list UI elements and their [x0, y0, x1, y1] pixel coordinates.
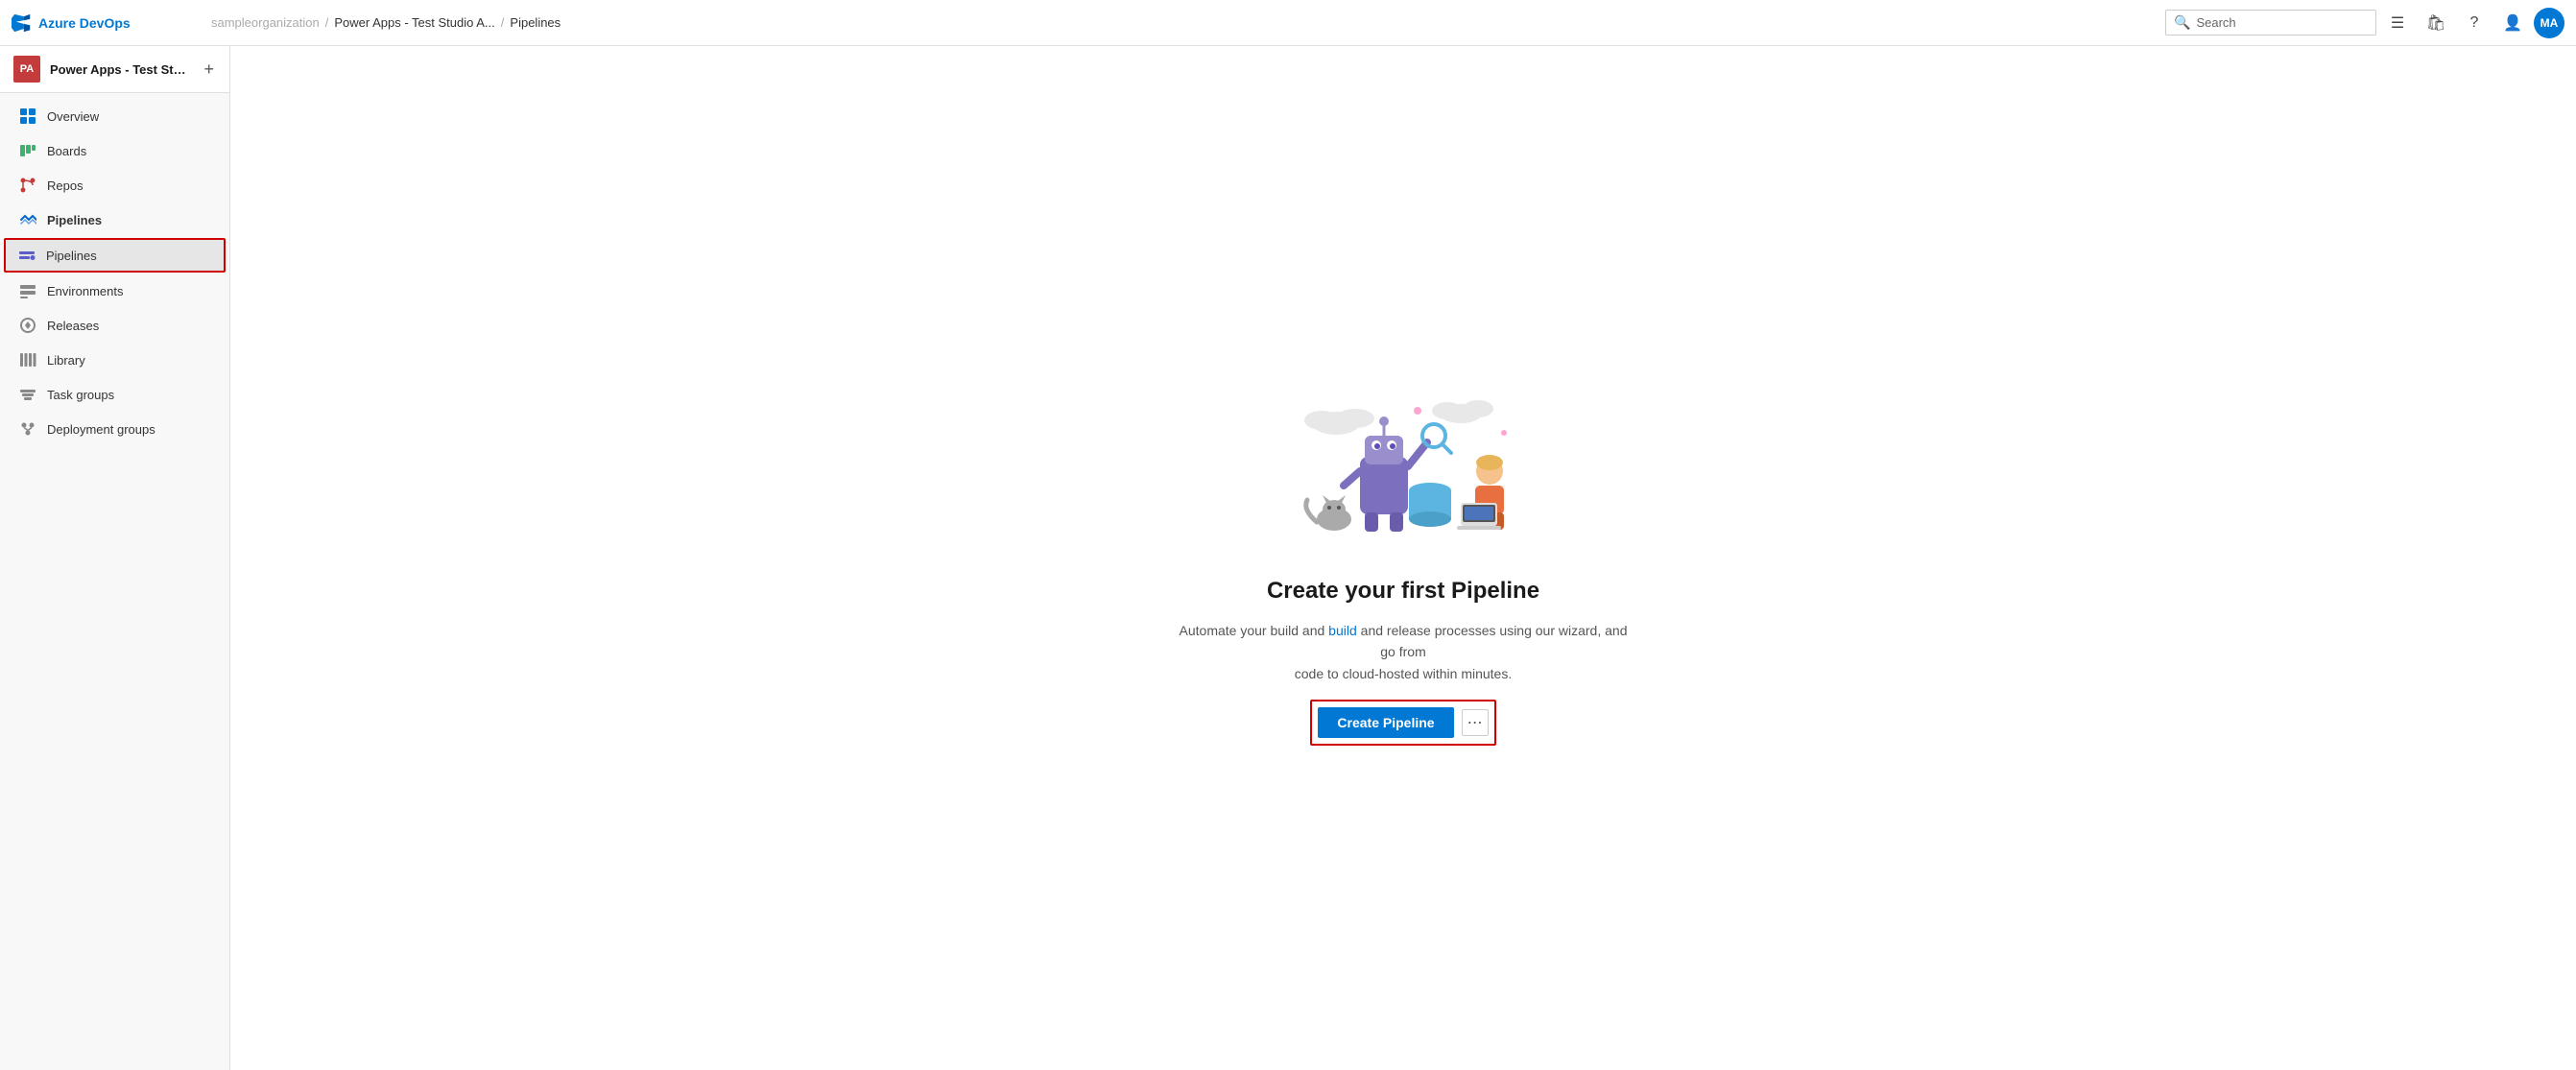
shopping-bag-button[interactable]: 🛍	[2419, 6, 2453, 40]
create-pipeline-button[interactable]: Create Pipeline	[1318, 707, 1453, 738]
sidebar-item-boards-label: Boards	[47, 144, 86, 158]
releases-icon	[18, 316, 37, 335]
breadcrumb-sep-1: /	[325, 15, 329, 30]
breadcrumb-current-page: Pipelines	[510, 15, 561, 30]
search-placeholder-text: Search	[2196, 15, 2235, 30]
more-options-button[interactable]: ⋯	[1462, 709, 1489, 736]
sidebar-item-repos-label: Repos	[47, 178, 83, 193]
sidebar-nav: Overview Boards	[0, 93, 229, 1070]
deployment-groups-icon	[18, 419, 37, 439]
user-avatar-button[interactable]: MA	[2534, 8, 2564, 38]
main-layout: PA Power Apps - Test Stud... + Overview	[0, 46, 2576, 1070]
project-header: PA Power Apps - Test Stud... +	[0, 46, 229, 93]
sidebar-item-deployment-groups-label: Deployment groups	[47, 422, 155, 437]
sidebar-item-releases-label: Releases	[47, 319, 99, 333]
sidebar-item-pipelines-parent[interactable]: Pipelines	[0, 202, 229, 237]
project-avatar: PA	[13, 56, 40, 83]
library-icon	[18, 350, 37, 369]
sidebar-item-task-groups-label: Task groups	[47, 388, 114, 402]
sidebar-item-overview-label: Overview	[47, 109, 99, 124]
sidebar-item-deployment-groups[interactable]: Deployment groups	[0, 412, 229, 446]
desc-build-link[interactable]: build	[1328, 623, 1357, 638]
empty-state-title: Create your first Pipeline	[1267, 578, 1539, 605]
sidebar-item-environments-label: Environments	[47, 284, 123, 298]
breadcrumb-project[interactable]: Power Apps - Test Studio A...	[334, 15, 494, 30]
topbar: Azure DevOps sampleorganization / Power …	[0, 0, 2576, 46]
app-name-label: Azure DevOps	[38, 15, 131, 31]
repos-icon	[18, 176, 37, 195]
sidebar: PA Power Apps - Test Stud... + Overview	[0, 46, 230, 1070]
sidebar-item-task-groups[interactable]: Task groups	[0, 377, 229, 412]
sidebar-item-repos[interactable]: Repos	[0, 168, 229, 202]
sidebar-item-pipelines-parent-label: Pipelines	[47, 213, 102, 227]
overview-icon	[18, 107, 37, 126]
help-button[interactable]: ?	[2457, 6, 2492, 40]
user-settings-button[interactable]: 👤	[2495, 6, 2530, 40]
sidebar-item-releases[interactable]: Releases	[0, 308, 229, 343]
task-groups-icon	[18, 385, 37, 404]
project-name: Power Apps - Test Stud...	[50, 62, 192, 77]
main-content: Create your first Pipeline Automate your…	[230, 46, 2576, 1070]
sidebar-item-library[interactable]: Library	[0, 343, 229, 377]
add-project-button[interactable]: +	[202, 59, 216, 80]
empty-state-actions: Create Pipeline ⋯	[1310, 700, 1495, 746]
pipeline-illustration	[1269, 370, 1538, 562]
empty-state-description: Automate your build and build and releas…	[1173, 620, 1634, 684]
search-icon: 🔍	[2174, 14, 2190, 31]
sidebar-item-environments[interactable]: Environments	[0, 273, 229, 308]
breadcrumb-sep-2: /	[501, 15, 505, 30]
boards-icon	[18, 141, 37, 160]
breadcrumb: sampleorganization / Power Apps - Test S…	[211, 15, 2158, 30]
sidebar-item-pipelines[interactable]: Pipelines	[4, 238, 226, 273]
sidebar-item-library-label: Library	[47, 353, 85, 368]
breadcrumb-org: sampleorganization	[211, 15, 320, 30]
pipelines-parent-icon	[18, 210, 37, 229]
app-logo[interactable]: Azure DevOps	[12, 12, 203, 34]
sidebar-item-overview[interactable]: Overview	[0, 99, 229, 133]
sidebar-item-boards[interactable]: Boards	[0, 133, 229, 168]
pipelines-sub-icon	[17, 246, 36, 265]
azure-devops-logo-icon	[12, 12, 33, 34]
topbar-actions: 🔍 Search ☰ 🛍 ? 👤 MA	[2165, 6, 2564, 40]
search-box[interactable]: 🔍 Search	[2165, 10, 2376, 36]
environments-icon	[18, 281, 37, 300]
command-palette-button[interactable]: ☰	[2380, 6, 2415, 40]
empty-state: Create your first Pipeline Automate your…	[1173, 370, 1634, 746]
sidebar-item-pipelines-label: Pipelines	[46, 249, 97, 263]
